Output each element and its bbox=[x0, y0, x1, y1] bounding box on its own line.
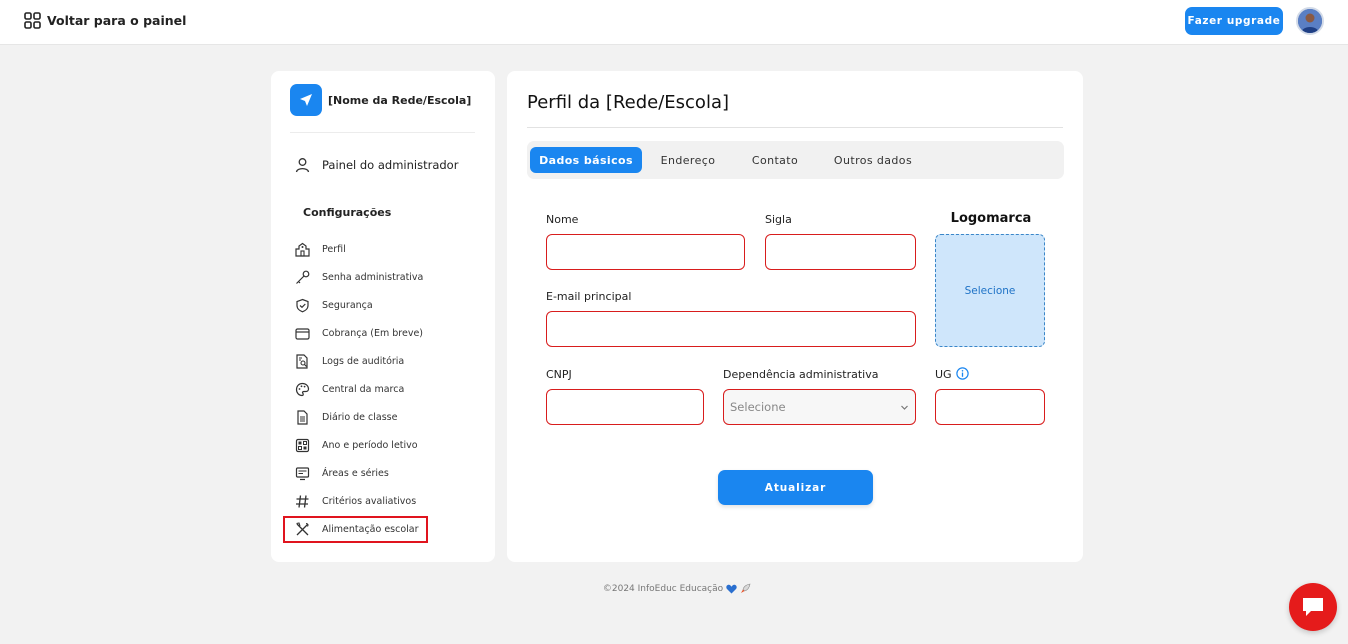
sidebar-item-seguranca[interactable]: Segurança bbox=[295, 291, 423, 319]
footer-text: ©2024 InfoEduc Educação bbox=[602, 583, 724, 594]
sidebar-item-label: Senha administrativa bbox=[322, 271, 424, 283]
back-to-dashboard-link[interactable]: Voltar para o painel bbox=[24, 12, 186, 29]
admin-panel-label: Painel do administrador bbox=[322, 158, 459, 172]
document-icon bbox=[295, 409, 310, 425]
sidebar-item-perfil[interactable]: Perfil bbox=[295, 235, 423, 263]
school-building-icon bbox=[295, 242, 310, 257]
sidebar-item-label: Critérios avaliativos bbox=[322, 495, 417, 507]
settings-section-title: Configurações bbox=[303, 206, 392, 219]
sidebar-item-label: Áreas e séries bbox=[322, 467, 389, 479]
tab-contato[interactable]: Contato bbox=[738, 147, 812, 173]
settings-menu: Perfil Senha administrativa Segurança Co… bbox=[295, 235, 423, 543]
brand: [Nome da Rede/Escola] bbox=[290, 84, 471, 116]
grid-icon bbox=[24, 12, 41, 29]
settings-sidebar: [Nome da Rede/Escola] Painel do administ… bbox=[271, 71, 495, 562]
cnpj-input[interactable] bbox=[546, 389, 704, 425]
sidebar-item-criterios[interactable]: Critérios avaliativos bbox=[295, 487, 423, 515]
brand-name: [Nome da Rede/Escola] bbox=[328, 93, 472, 107]
footer: ©2024 InfoEduc Educação bbox=[0, 583, 1348, 594]
shield-icon bbox=[295, 298, 310, 313]
sigla-label: Sigla bbox=[765, 213, 792, 226]
key-icon bbox=[295, 270, 310, 285]
sidebar-item-areas[interactable]: Áreas e séries bbox=[295, 459, 423, 487]
avatar[interactable] bbox=[1296, 7, 1324, 35]
sidebar-item-label: Central da marca bbox=[322, 383, 405, 395]
upgrade-button[interactable]: Fazer upgrade bbox=[1185, 7, 1283, 35]
sidebar-item-senha[interactable]: Senha administrativa bbox=[295, 263, 423, 291]
logo-upload-dropzone[interactable]: Selecione bbox=[935, 234, 1045, 347]
chat-bubble-icon bbox=[1303, 598, 1323, 616]
logo-title: Logomarca bbox=[950, 211, 1032, 226]
sidebar-item-marca[interactable]: Central da marca bbox=[295, 375, 423, 403]
sidebar-item-label: Segurança bbox=[322, 299, 373, 311]
user-icon bbox=[295, 158, 310, 173]
info-icon[interactable] bbox=[956, 367, 969, 380]
paper-plane-icon bbox=[300, 94, 312, 106]
page-title: Perfil da [Rede/Escola] bbox=[527, 92, 729, 113]
ug-input[interactable] bbox=[935, 389, 1045, 425]
tab-bar: Dados básicos Endereço Contato Outros da… bbox=[527, 141, 1064, 179]
nome-label: Nome bbox=[546, 213, 579, 226]
dependencia-value: Selecione bbox=[730, 400, 786, 414]
logo-select-label: Selecione bbox=[964, 284, 1016, 297]
sidebar-item-label: Diário de classe bbox=[322, 411, 398, 423]
sidebar-item-label: Cobrança (Em breve) bbox=[322, 327, 424, 339]
chevron-down-icon bbox=[901, 405, 908, 410]
tab-outros-dados[interactable]: Outros dados bbox=[821, 147, 925, 173]
sidebar-item-cobranca[interactable]: Cobrança (Em breve) bbox=[295, 319, 423, 347]
profile-card: Perfil da [Rede/Escola] Dados básicos En… bbox=[507, 71, 1083, 562]
sidebar-item-label: Ano e período letivo bbox=[322, 439, 418, 451]
palette-icon bbox=[295, 382, 310, 397]
update-button[interactable]: Atualizar bbox=[718, 470, 873, 505]
layers-icon bbox=[295, 466, 310, 481]
sidebar-item-label: Logs de auditória bbox=[322, 355, 405, 367]
sigla-input[interactable] bbox=[765, 234, 916, 270]
nome-input[interactable] bbox=[546, 234, 745, 270]
sidebar-item-diario[interactable]: Diário de classe bbox=[295, 403, 423, 431]
dependencia-label: Dependência administrativa bbox=[723, 368, 879, 381]
heart-icon bbox=[726, 584, 737, 593]
top-bar: Voltar para o painel Fazer upgrade bbox=[0, 0, 1348, 45]
divider bbox=[290, 132, 475, 133]
rocket-icon bbox=[741, 583, 751, 593]
dependencia-select[interactable]: Selecione bbox=[723, 389, 916, 425]
admin-panel-link[interactable]: Painel do administrador bbox=[295, 157, 458, 173]
email-label: E-mail principal bbox=[546, 290, 632, 303]
selection-highlight bbox=[283, 516, 428, 543]
ug-label: UG bbox=[935, 368, 952, 381]
tab-dados-basicos[interactable]: Dados básicos bbox=[530, 147, 642, 173]
cnpj-label: CNPJ bbox=[546, 368, 572, 381]
document-search-icon bbox=[295, 353, 310, 369]
email-input[interactable] bbox=[546, 311, 916, 347]
sidebar-item-label: Perfil bbox=[322, 243, 346, 255]
divider bbox=[527, 127, 1063, 128]
back-label: Voltar para o painel bbox=[47, 13, 187, 28]
chat-button[interactable] bbox=[1289, 583, 1337, 631]
brand-logo bbox=[290, 84, 322, 116]
hash-icon bbox=[295, 494, 310, 509]
tab-endereco[interactable]: Endereço bbox=[647, 147, 729, 173]
user-avatar-icon bbox=[1298, 9, 1322, 33]
sidebar-item-logs[interactable]: Logs de auditória bbox=[295, 347, 423, 375]
wallet-icon bbox=[295, 326, 310, 341]
calendar-icon bbox=[295, 438, 310, 453]
sidebar-item-ano[interactable]: Ano e período letivo bbox=[295, 431, 423, 459]
